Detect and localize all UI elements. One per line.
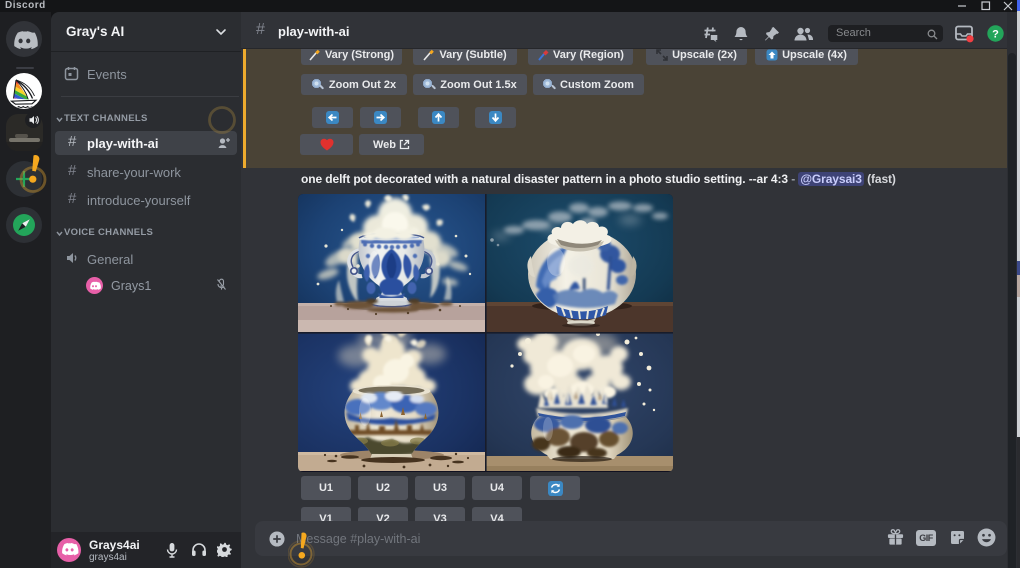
svg-text:?: ? [992, 28, 999, 40]
